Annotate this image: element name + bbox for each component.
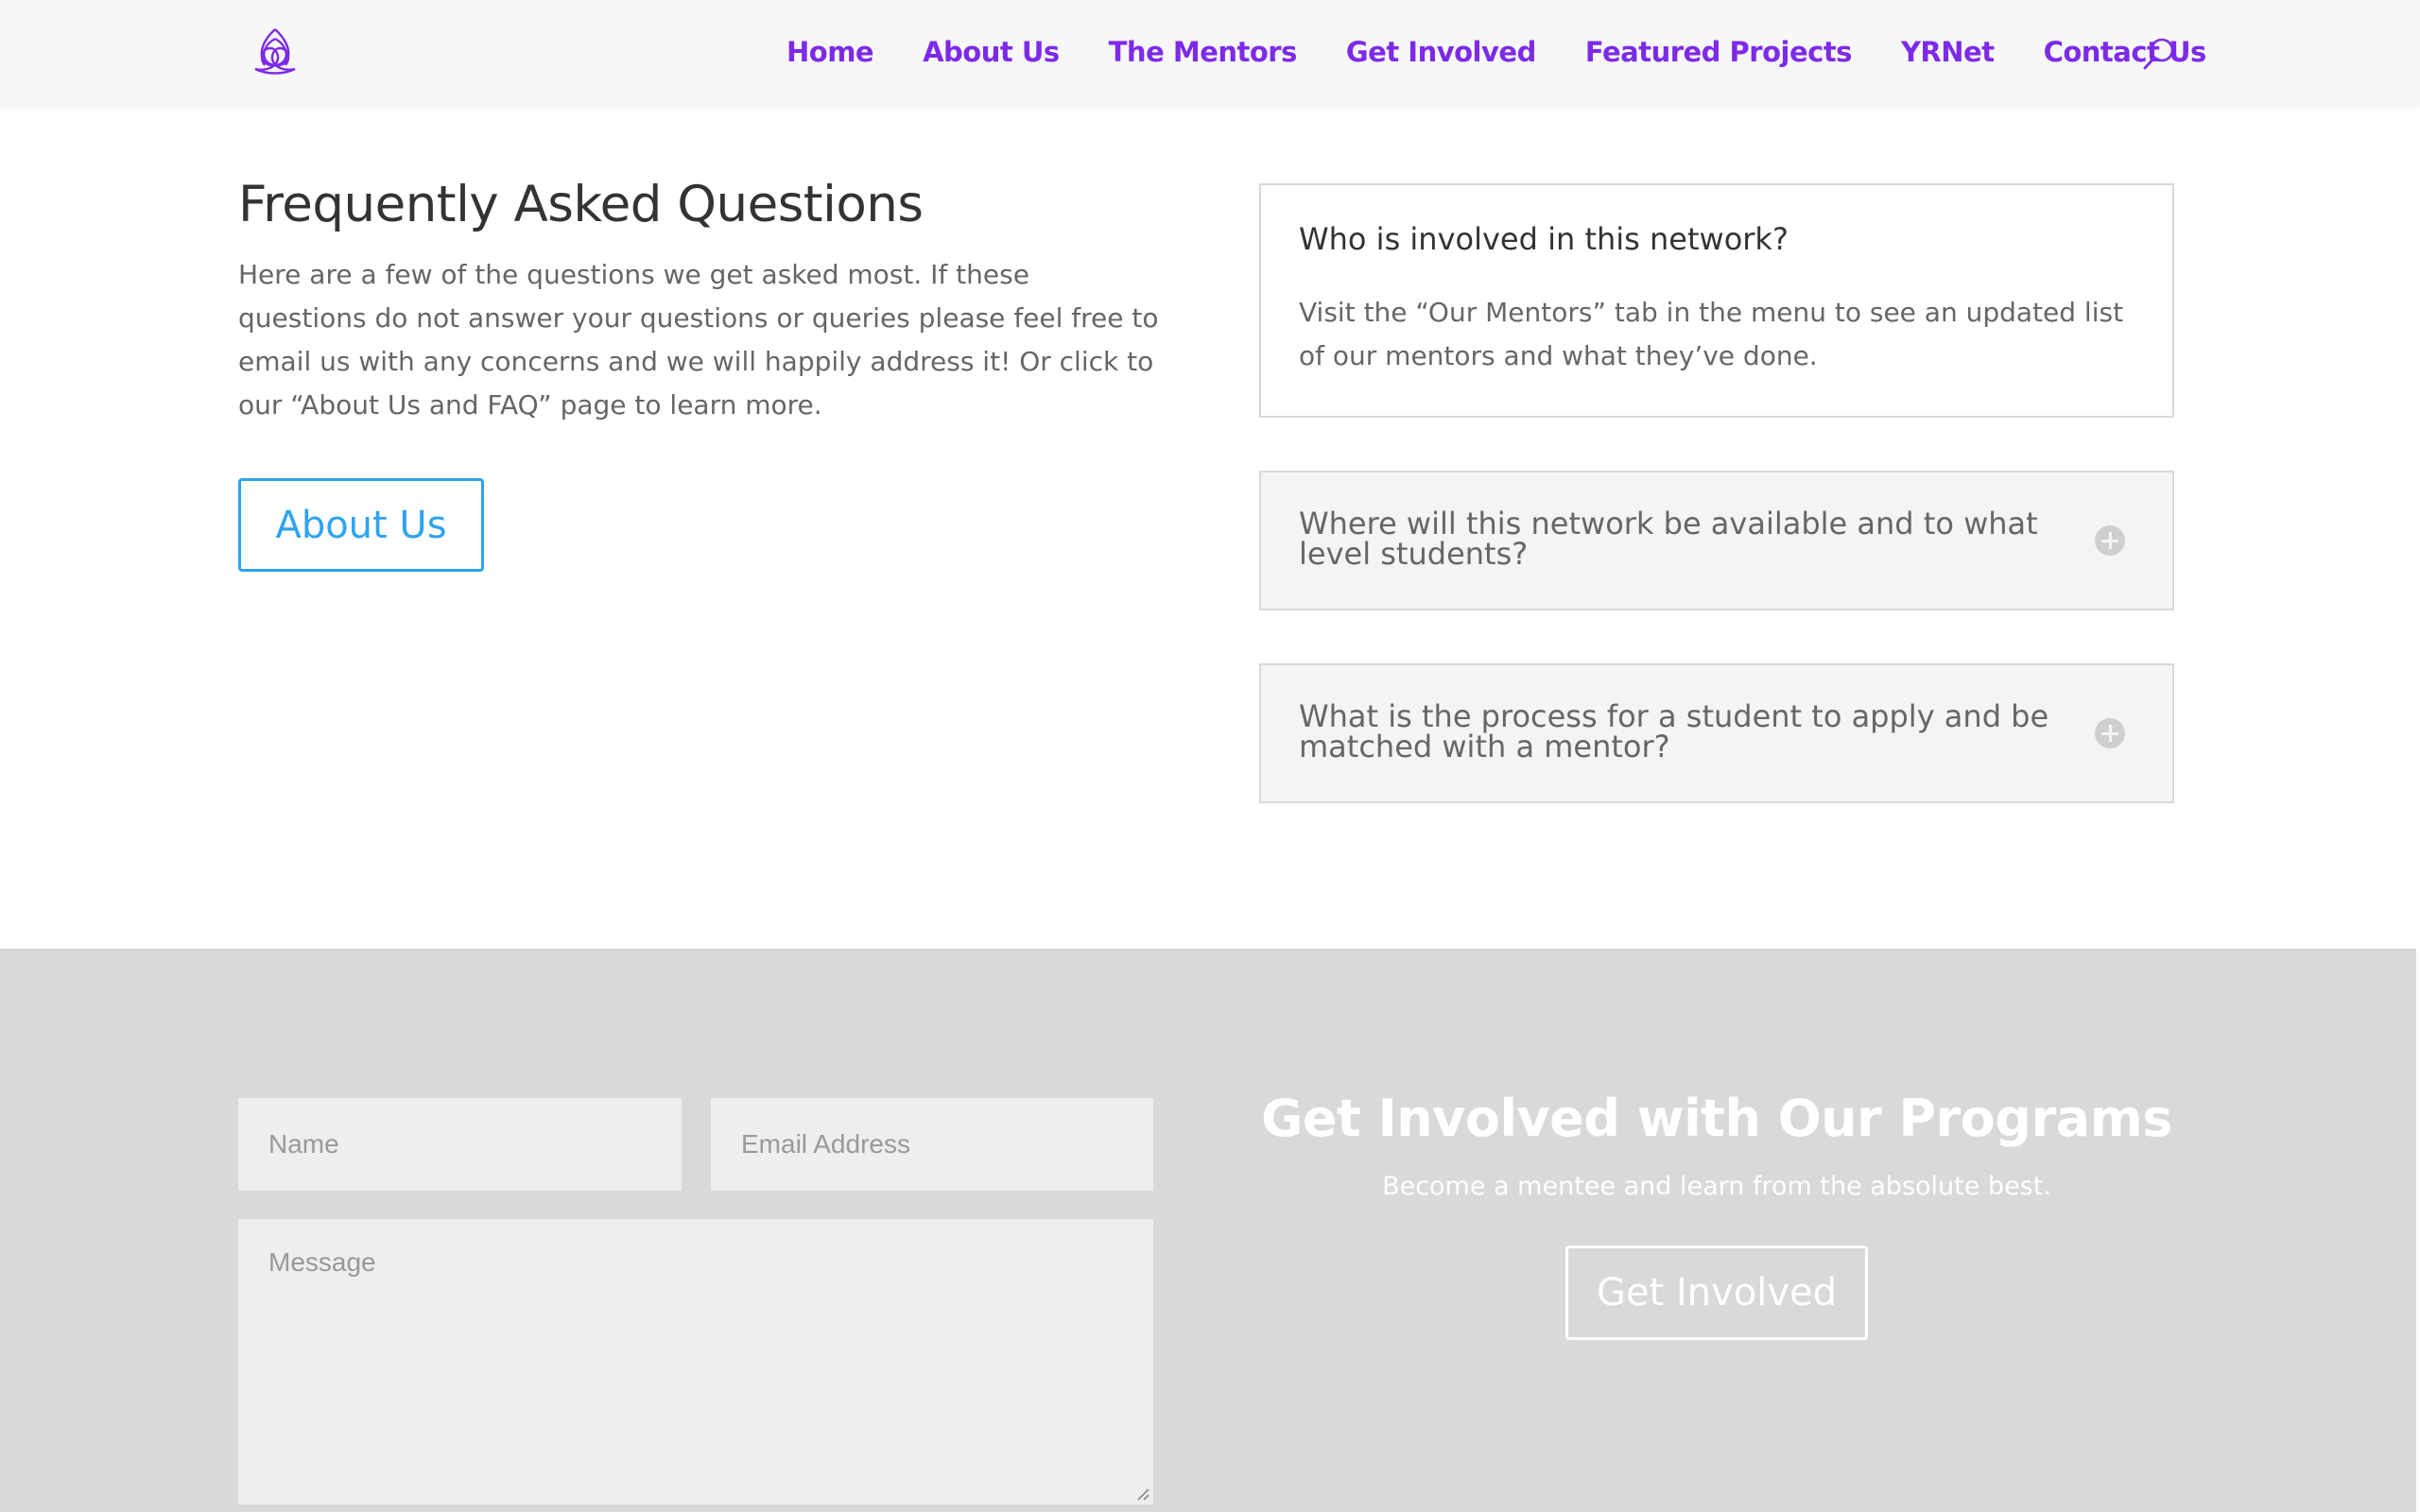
faq-toggle-open[interactable]: Who is involved in this network? Visit t… — [1259, 183, 2174, 418]
faq-question[interactable]: Where will this network be available and… — [1299, 508, 2055, 569]
nav-home[interactable]: Home — [786, 36, 874, 68]
get-involved-button[interactable]: Get Involved — [1565, 1246, 1868, 1340]
plus-circle-icon[interactable] — [2095, 718, 2125, 748]
nav-yrnet[interactable]: YRNet — [1901, 36, 1995, 68]
nav-about-us[interactable]: About Us — [923, 36, 1060, 68]
nav-the-mentors[interactable]: The Mentors — [1109, 36, 1298, 68]
search-icon[interactable] — [2141, 36, 2177, 72]
cta-subtitle: Become a mentee and learn from the absol… — [1382, 1172, 2051, 1201]
faq-toggle-closed[interactable]: Where will this network be available and… — [1259, 471, 2174, 610]
triquetra-knot-logo[interactable] — [250, 26, 301, 75]
faq-answer: Visit the “Our Mentors” tab in the menu … — [1299, 297, 2124, 371]
contact-section: Name Email Address Message Get Involved … — [0, 949, 2416, 1512]
faq-intro: Here are a few of the questions we get a… — [238, 259, 1159, 421]
resize-handle-icon[interactable] — [1134, 1486, 1150, 1501]
plus-circle-icon[interactable] — [2095, 525, 2125, 556]
faq-question[interactable]: What is the process for a student to app… — [1299, 701, 2055, 762]
main-nav: Home About Us The Mentors Get Involved F… — [786, 31, 2206, 73]
email-field[interactable]: Email Address — [711, 1098, 1153, 1191]
site-header: Home About Us The Mentors Get Involved F… — [0, 0, 2420, 105]
cta-title: Get Involved with Our Programs — [1261, 1089, 2172, 1148]
name-field[interactable]: Name — [238, 1098, 682, 1191]
faq-toggle-closed[interactable]: What is the process for a student to app… — [1259, 663, 2174, 803]
nav-contact-us[interactable]: Contact Us — [2044, 36, 2207, 68]
message-placeholder: Message — [268, 1247, 376, 1277]
nav-get-involved[interactable]: Get Involved — [1346, 36, 1536, 68]
nav-featured-projects[interactable]: Featured Projects — [1585, 36, 1853, 68]
faq-question[interactable]: Who is involved in this network? — [1299, 221, 1789, 257]
faq-title: Frequently Asked Questions — [238, 176, 924, 233]
about-us-button[interactable]: About Us — [238, 478, 484, 572]
message-field[interactable]: Message — [238, 1219, 1153, 1504]
